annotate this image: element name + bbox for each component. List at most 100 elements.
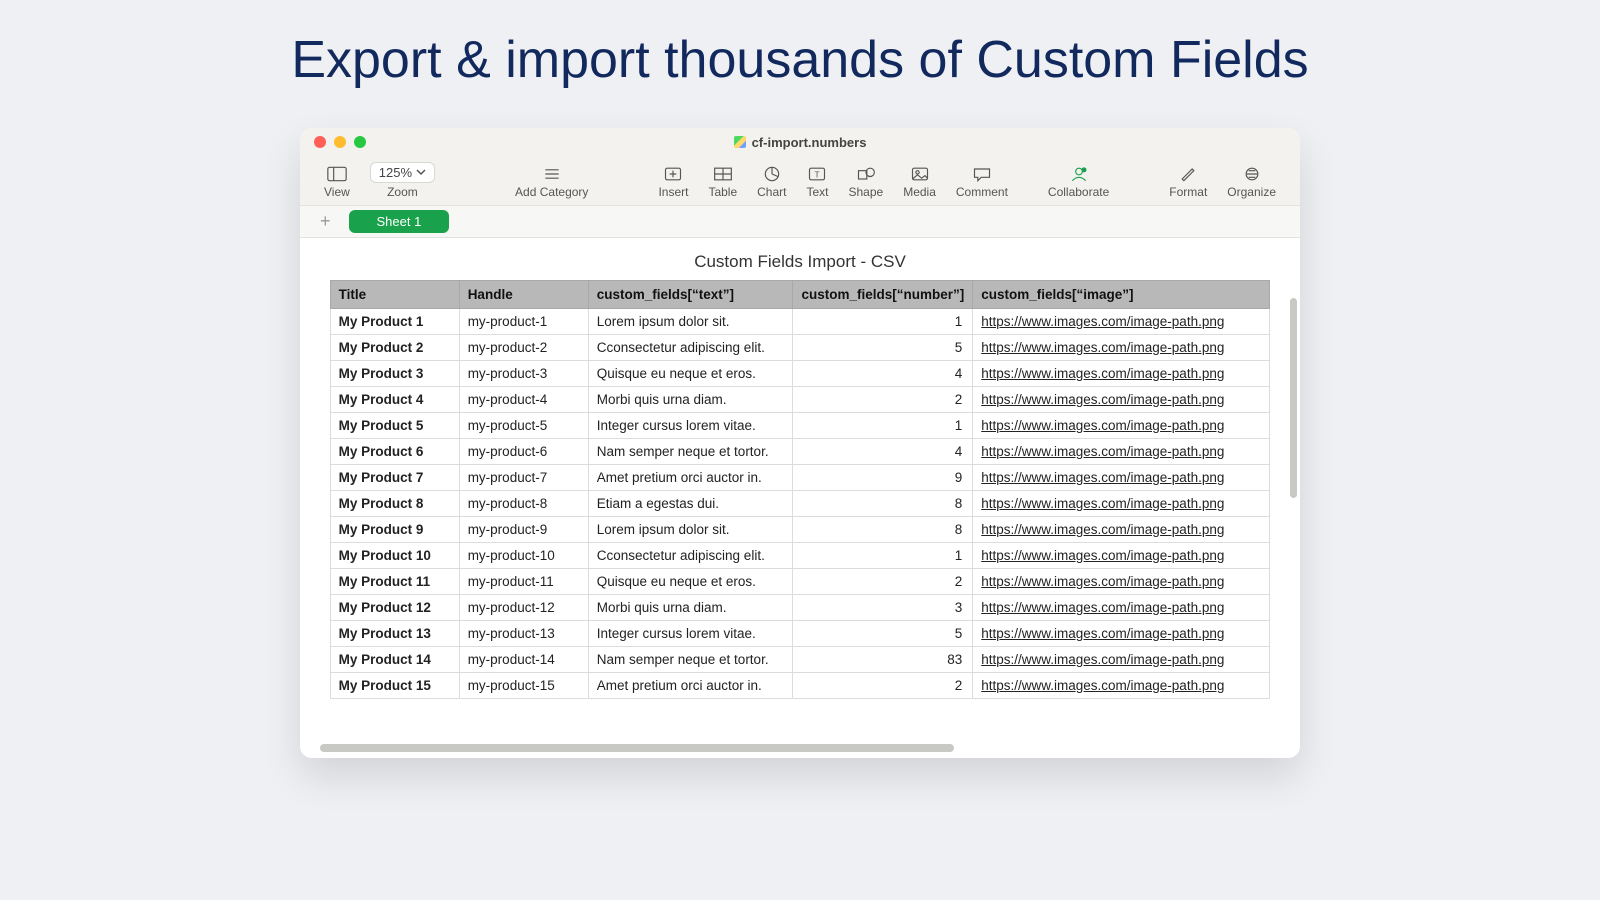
- zoom-button[interactable]: 125% Zoom: [370, 162, 435, 199]
- table-row[interactable]: My Product 15my-product-15Amet pretium o…: [330, 673, 1270, 699]
- table-row[interactable]: My Product 5my-product-5Integer cursus l…: [330, 413, 1270, 439]
- shape-button[interactable]: Shape: [849, 165, 884, 199]
- spreadsheet-table[interactable]: Title Handle custom_fields[“text”] custo…: [330, 280, 1271, 699]
- col-header-handle[interactable]: Handle: [459, 281, 588, 309]
- cell-image[interactable]: https://www.images.com/image-path.png: [973, 647, 1270, 673]
- cell-handle[interactable]: my-product-8: [459, 491, 588, 517]
- text-button[interactable]: T Text: [806, 165, 828, 199]
- table-row[interactable]: My Product 7my-product-7Amet pretium orc…: [330, 465, 1270, 491]
- cell-title[interactable]: My Product 10: [330, 543, 459, 569]
- horizontal-scroll-thumb[interactable]: [320, 744, 954, 752]
- table-row[interactable]: My Product 12my-product-12Morbi quis urn…: [330, 595, 1270, 621]
- table-row[interactable]: My Product 3my-product-3Quisque eu neque…: [330, 361, 1270, 387]
- cell-handle[interactable]: my-product-12: [459, 595, 588, 621]
- table-row[interactable]: My Product 11my-product-11Quisque eu neq…: [330, 569, 1270, 595]
- cell-image[interactable]: https://www.images.com/image-path.png: [973, 595, 1270, 621]
- cell-text[interactable]: Integer cursus lorem vitae.: [588, 621, 793, 647]
- cell-text[interactable]: Lorem ipsum dolor sit.: [588, 309, 793, 335]
- cell-number[interactable]: 8: [793, 491, 973, 517]
- cell-image[interactable]: https://www.images.com/image-path.png: [973, 387, 1270, 413]
- cell-image[interactable]: https://www.images.com/image-path.png: [973, 543, 1270, 569]
- cell-text[interactable]: Cconsectetur adipiscing elit.: [588, 335, 793, 361]
- cell-title[interactable]: My Product 15: [330, 673, 459, 699]
- document-area[interactable]: Custom Fields Import - CSV Title Handle …: [300, 238, 1300, 758]
- table-row[interactable]: My Product 13my-product-13Integer cursus…: [330, 621, 1270, 647]
- format-button[interactable]: Format: [1169, 165, 1207, 199]
- cell-text[interactable]: Quisque eu neque et eros.: [588, 361, 793, 387]
- table-row[interactable]: My Product 2my-product-2Cconsectetur adi…: [330, 335, 1270, 361]
- cell-title[interactable]: My Product 13: [330, 621, 459, 647]
- cell-handle[interactable]: my-product-9: [459, 517, 588, 543]
- collaborate-button[interactable]: Collaborate: [1048, 165, 1109, 199]
- vertical-scroll-thumb[interactable]: [1290, 298, 1297, 498]
- cell-handle[interactable]: my-product-14: [459, 647, 588, 673]
- cell-title[interactable]: My Product 12: [330, 595, 459, 621]
- cell-image[interactable]: https://www.images.com/image-path.png: [973, 465, 1270, 491]
- cell-handle[interactable]: my-product-7: [459, 465, 588, 491]
- cell-handle[interactable]: my-product-15: [459, 673, 588, 699]
- cell-handle[interactable]: my-product-13: [459, 621, 588, 647]
- add-category-button[interactable]: Add Category: [515, 165, 588, 199]
- cell-title[interactable]: My Product 2: [330, 335, 459, 361]
- col-header-text[interactable]: custom_fields[“text”]: [588, 281, 793, 309]
- cell-number[interactable]: 83: [793, 647, 973, 673]
- cell-image[interactable]: https://www.images.com/image-path.png: [973, 569, 1270, 595]
- cell-image[interactable]: https://www.images.com/image-path.png: [973, 673, 1270, 699]
- cell-text[interactable]: Nam semper neque et tortor.: [588, 647, 793, 673]
- cell-number[interactable]: 8: [793, 517, 973, 543]
- cell-title[interactable]: My Product 1: [330, 309, 459, 335]
- cell-number[interactable]: 2: [793, 569, 973, 595]
- cell-number[interactable]: 1: [793, 413, 973, 439]
- table-row[interactable]: My Product 4my-product-4Morbi quis urna …: [330, 387, 1270, 413]
- cell-number[interactable]: 1: [793, 309, 973, 335]
- cell-text[interactable]: Etiam a egestas dui.: [588, 491, 793, 517]
- table-row[interactable]: My Product 6my-product-6Nam semper neque…: [330, 439, 1270, 465]
- cell-image[interactable]: https://www.images.com/image-path.png: [973, 439, 1270, 465]
- cell-text[interactable]: Cconsectetur adipiscing elit.: [588, 543, 793, 569]
- cell-text[interactable]: Morbi quis urna diam.: [588, 595, 793, 621]
- cell-image[interactable]: https://www.images.com/image-path.png: [973, 309, 1270, 335]
- view-button[interactable]: View: [324, 165, 350, 199]
- cell-number[interactable]: 5: [793, 621, 973, 647]
- cell-handle[interactable]: my-product-2: [459, 335, 588, 361]
- comment-button[interactable]: Comment: [956, 165, 1008, 199]
- cell-number[interactable]: 9: [793, 465, 973, 491]
- sheet-tab[interactable]: Sheet 1: [349, 210, 450, 233]
- cell-handle[interactable]: my-product-10: [459, 543, 588, 569]
- cell-number[interactable]: 1: [793, 543, 973, 569]
- cell-image[interactable]: https://www.images.com/image-path.png: [973, 413, 1270, 439]
- add-sheet-button[interactable]: +: [314, 211, 337, 232]
- col-header-image[interactable]: custom_fields[“image”]: [973, 281, 1270, 309]
- cell-handle[interactable]: my-product-1: [459, 309, 588, 335]
- cell-text[interactable]: Lorem ipsum dolor sit.: [588, 517, 793, 543]
- cell-handle[interactable]: my-product-3: [459, 361, 588, 387]
- cell-title[interactable]: My Product 11: [330, 569, 459, 595]
- cell-image[interactable]: https://www.images.com/image-path.png: [973, 361, 1270, 387]
- table-row[interactable]: My Product 9my-product-9Lorem ipsum dolo…: [330, 517, 1270, 543]
- cell-title[interactable]: My Product 14: [330, 647, 459, 673]
- cell-handle[interactable]: my-product-11: [459, 569, 588, 595]
- cell-title[interactable]: My Product 6: [330, 439, 459, 465]
- cell-image[interactable]: https://www.images.com/image-path.png: [973, 621, 1270, 647]
- horizontal-scrollbar[interactable]: [320, 744, 1280, 752]
- cell-image[interactable]: https://www.images.com/image-path.png: [973, 335, 1270, 361]
- cell-text[interactable]: Amet pretium orci auctor in.: [588, 465, 793, 491]
- chart-button[interactable]: Chart: [757, 165, 786, 199]
- cell-handle[interactable]: my-product-4: [459, 387, 588, 413]
- cell-title[interactable]: My Product 9: [330, 517, 459, 543]
- cell-title[interactable]: My Product 5: [330, 413, 459, 439]
- cell-number[interactable]: 3: [793, 595, 973, 621]
- cell-handle[interactable]: my-product-6: [459, 439, 588, 465]
- cell-number[interactable]: 4: [793, 361, 973, 387]
- cell-title[interactable]: My Product 8: [330, 491, 459, 517]
- cell-number[interactable]: 5: [793, 335, 973, 361]
- cell-image[interactable]: https://www.images.com/image-path.png: [973, 517, 1270, 543]
- table-row[interactable]: My Product 14my-product-14Nam semper neq…: [330, 647, 1270, 673]
- vertical-scrollbar[interactable]: [1290, 298, 1297, 738]
- cell-title[interactable]: My Product 3: [330, 361, 459, 387]
- table-button[interactable]: Table: [708, 165, 737, 199]
- cell-text[interactable]: Amet pretium orci auctor in.: [588, 673, 793, 699]
- col-header-number[interactable]: custom_fields[“number”]: [793, 281, 973, 309]
- cell-text[interactable]: Integer cursus lorem vitae.: [588, 413, 793, 439]
- organize-button[interactable]: Organize: [1227, 165, 1276, 199]
